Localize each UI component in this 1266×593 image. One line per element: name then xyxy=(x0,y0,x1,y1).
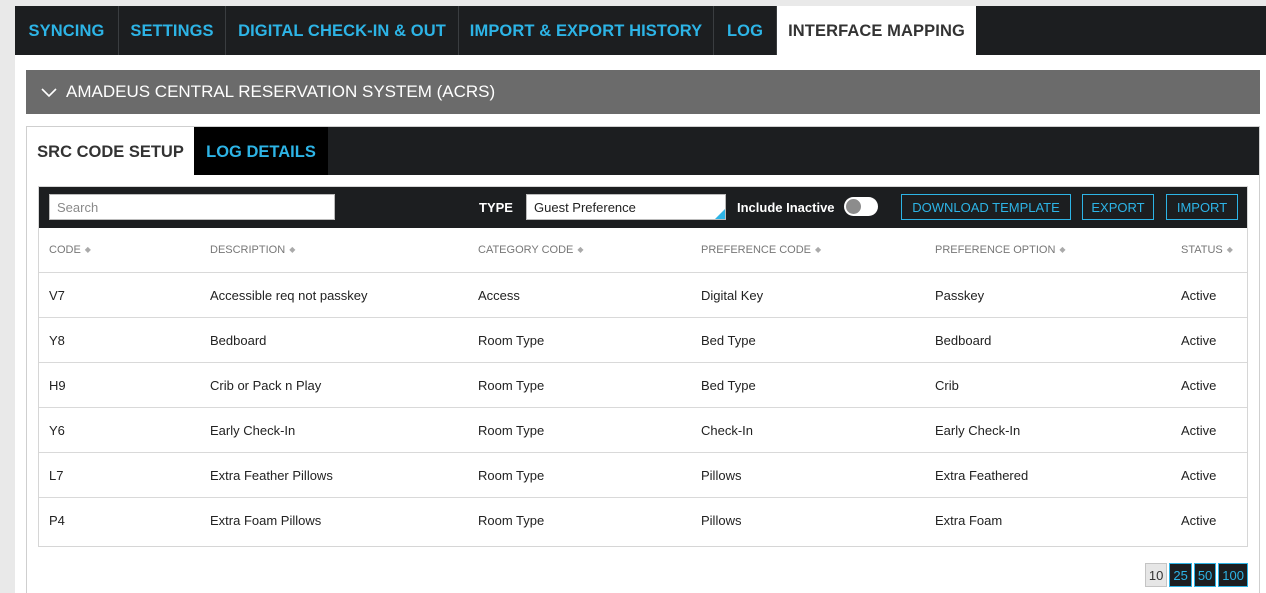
page-size-10[interactable]: 10 xyxy=(1144,563,1168,587)
cell-status: Active xyxy=(1171,452,1247,498)
cell-description: Accessible req not passkey xyxy=(200,272,468,318)
column-header-preference-option[interactable]: PREFERENCE OPTION ◆ xyxy=(925,228,1171,273)
cell-code: L7 xyxy=(39,452,200,498)
cell-preference-code: Bed Type xyxy=(691,362,925,408)
cell-code: P4 xyxy=(49,512,65,528)
dropdown-corner-icon xyxy=(715,209,725,219)
column-header-code[interactable]: CODE ◆ xyxy=(39,228,200,273)
sort-icon: ◆ xyxy=(1059,245,1066,254)
chevron-down-icon xyxy=(41,88,57,98)
cell-preference-code: Bed Type xyxy=(691,317,925,363)
src-code-table: CODE ◆ DESCRIPTION ◆ CATEGORY CODE ◆ PREFER… xyxy=(39,228,1247,542)
type-select[interactable]: Guest Preference xyxy=(526,194,726,220)
type-select-value: Guest Preference xyxy=(534,200,636,215)
sort-icon: ◆ xyxy=(84,245,91,254)
column-header-status[interactable]: STATUS ◆ xyxy=(1171,228,1247,273)
tab-src-code-setup[interactable]: SRC CODE SETUP xyxy=(27,127,194,175)
sort-icon: ◆ xyxy=(815,245,822,254)
page-size-25[interactable]: 25 xyxy=(1169,563,1192,587)
tab-digital-check-in-out[interactable]: DIGITAL CHECK-IN & OUT xyxy=(226,6,459,55)
table-row[interactable]: Y6 Early Check-In Room Type Check-In Ear… xyxy=(39,407,1247,453)
cell-preference-code: Pillows xyxy=(691,452,925,498)
cell-code: H9 xyxy=(39,362,200,408)
table-row[interactable]: P4 Extra Foam Pillows Room Type Pillows … xyxy=(39,498,1247,543)
type-label: TYPE xyxy=(479,200,513,215)
cell-code: V7 xyxy=(39,272,200,318)
cell-preference-option: Crib xyxy=(925,362,1171,408)
cell-code: Y6 xyxy=(39,407,200,453)
table-row[interactable]: H9 Crib or Pack n Play Room Type Bed Typ… xyxy=(39,362,1247,408)
cell-description: Early Check-In xyxy=(200,407,468,453)
tab-settings[interactable]: SETTINGS xyxy=(119,6,226,55)
cell-category-code: Access xyxy=(468,272,691,318)
cell-status: Active xyxy=(1171,272,1247,318)
cell-category-code: Room Type xyxy=(478,512,545,528)
cell-code: Y8 xyxy=(39,317,200,363)
top-nav: SYNCING SETTINGS DIGITAL CHECK-IN & OUT … xyxy=(15,6,1266,55)
tab-log-details[interactable]: LOG DETAILS xyxy=(194,127,328,175)
tab-import-export-history[interactable]: IMPORT & EXPORT HISTORY xyxy=(459,6,714,55)
cell-description: Extra Feather Pillows xyxy=(200,452,468,498)
search-input[interactable] xyxy=(49,194,335,220)
page-size-100[interactable]: 100 xyxy=(1218,563,1248,587)
page-size-selector: 10 25 50 100 xyxy=(1144,563,1248,587)
cell-preference-option: Extra Foam xyxy=(935,512,1003,528)
include-inactive-toggle[interactable] xyxy=(844,197,878,216)
acrs-accordion-header[interactable]: AMADEUS CENTRAL RESERVATION SYSTEM (ACRS… xyxy=(26,70,1260,114)
sort-icon: ◆ xyxy=(1226,245,1233,254)
cell-status: Active xyxy=(1171,362,1247,408)
column-header-category-code[interactable]: CATEGORY CODE ◆ xyxy=(468,228,691,273)
include-inactive-label: Include Inactive xyxy=(737,200,835,215)
sort-icon: ◆ xyxy=(577,245,584,254)
cell-category-code: Room Type xyxy=(468,317,691,363)
src-code-panel: SRC CODE SETUP LOG DETAILS TYPE Guest Pr… xyxy=(26,126,1260,593)
cell-status: Active xyxy=(1171,407,1247,453)
cell-category-code: Room Type xyxy=(468,452,691,498)
page-size-50[interactable]: 50 xyxy=(1193,563,1217,587)
export-button[interactable]: EXPORT xyxy=(1082,194,1154,220)
cell-preference-code: Check-In xyxy=(691,407,925,453)
src-code-table-container: TYPE Guest Preference Include Inactive D… xyxy=(38,186,1248,547)
import-button[interactable]: IMPORT xyxy=(1166,194,1238,220)
cell-preference-option: Passkey xyxy=(925,272,1171,318)
table-header-row: CODE ◆ DESCRIPTION ◆ CATEGORY CODE ◆ PREFER… xyxy=(39,228,1247,273)
table-row[interactable]: V7 Accessible req not passkey Access Dig… xyxy=(39,272,1247,318)
cell-preference-option: Early Check-In xyxy=(925,407,1171,453)
tab-syncing[interactable]: SYNCING xyxy=(15,6,119,55)
download-template-button[interactable]: DOWNLOAD TEMPLATE xyxy=(901,194,1071,220)
tab-interface-mapping[interactable]: INTERFACE MAPPING xyxy=(777,6,976,55)
cell-description: Extra Foam Pillows xyxy=(210,512,322,528)
cell-preference-option: Bedboard xyxy=(925,317,1171,363)
cell-preference-code: Digital Key xyxy=(691,272,925,318)
table-row[interactable]: Y8 Bedboard Room Type Bed Type Bedboard … xyxy=(39,317,1247,363)
cell-status: Active xyxy=(1171,317,1247,363)
column-header-preference-code[interactable]: PREFERENCE CODE ◆ xyxy=(691,228,925,273)
accordion-title: AMADEUS CENTRAL RESERVATION SYSTEM (ACRS… xyxy=(66,82,496,101)
cell-category-code: Room Type xyxy=(468,362,691,408)
cell-preference-code: Pillows xyxy=(701,512,742,528)
cell-category-code: Room Type xyxy=(468,407,691,453)
tab-log[interactable]: LOG xyxy=(714,6,777,55)
cell-description: Bedboard xyxy=(200,317,468,363)
cell-preference-option: Extra Feathered xyxy=(925,452,1171,498)
app-frame: SYNCING SETTINGS DIGITAL CHECK-IN & OUT … xyxy=(15,6,1266,593)
column-header-description[interactable]: DESCRIPTION ◆ xyxy=(200,228,468,273)
toggle-knob xyxy=(846,199,861,214)
table-toolbar: TYPE Guest Preference Include Inactive D… xyxy=(39,187,1247,228)
sort-icon: ◆ xyxy=(289,245,296,254)
sub-tabs: SRC CODE SETUP LOG DETAILS xyxy=(27,127,1259,175)
table-row[interactable]: L7 Extra Feather Pillows Room Type Pillo… xyxy=(39,452,1247,498)
cell-status: Active xyxy=(1181,512,1217,528)
cell-description: Crib or Pack n Play xyxy=(200,362,468,408)
